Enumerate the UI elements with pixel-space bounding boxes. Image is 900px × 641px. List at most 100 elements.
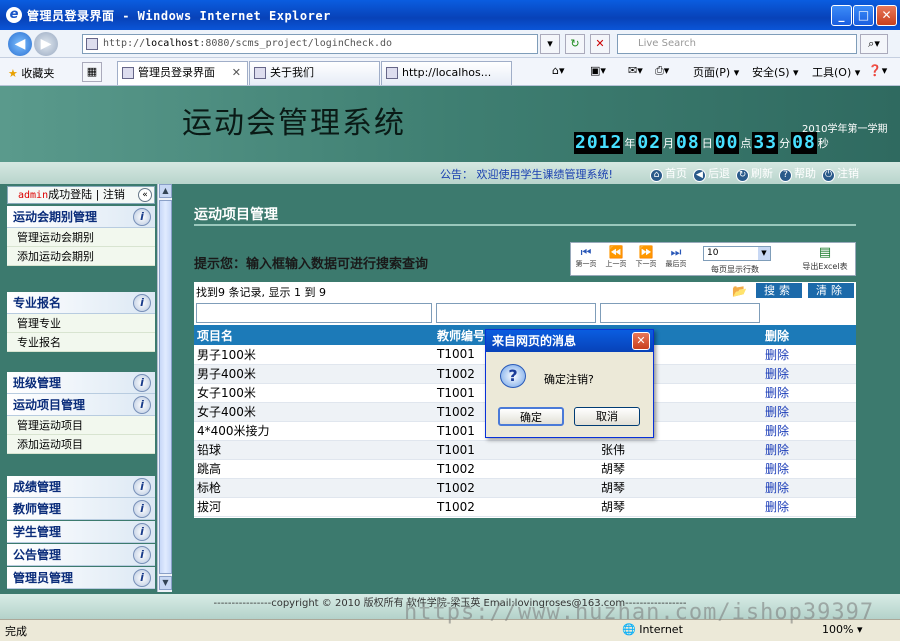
ok-button[interactable]: 确定: [498, 407, 564, 426]
tab-admin-login[interactable]: 管理员登录界面 ✕: [117, 61, 248, 85]
notice: 公告： 欢迎使用学生课绩管理系统!: [440, 166, 613, 182]
watermark: https://www.huzhan.com/ishop39397: [404, 600, 875, 625]
topnav-logout[interactable]: ⏻ 注销: [822, 167, 859, 182]
next-page-button[interactable]: ⏩ 下一页: [633, 245, 659, 269]
delete-link[interactable]: 删除: [762, 383, 856, 403]
favorites-button[interactable]: ★ 收藏夹: [8, 65, 54, 81]
prev-page-label: 上一页: [605, 260, 627, 268]
sidebar-group-header[interactable]: 公告管理 i: [7, 544, 155, 566]
stop-icon[interactable]: ✕: [590, 34, 610, 54]
next-page-label: 下一页: [635, 260, 657, 268]
refresh-page-icon[interactable]: ↻: [565, 34, 585, 54]
filter-teacher-name[interactable]: [600, 303, 760, 323]
prev-page-button[interactable]: ⏪ 上一页: [603, 245, 629, 269]
tab-bar: ★ 收藏夹 ▦ 管理员登录界面 ✕ 关于我们 http://localhos...…: [0, 58, 900, 86]
url-input[interactable]: http://localhost:8080/scms_project/login…: [82, 34, 538, 54]
page-size-select[interactable]: 10 ▼: [703, 246, 771, 261]
dialog-close-icon[interactable]: ✕: [632, 332, 650, 350]
first-page-button[interactable]: ⏮ 第一页: [573, 245, 599, 269]
clear-button[interactable]: 清除: [808, 283, 854, 298]
security-menu[interactable]: 安全(S) ▾: [752, 64, 799, 80]
tab-localhost[interactable]: http://localhos...: [381, 61, 512, 85]
export-excel-button[interactable]: ▤ 导出Excel表: [797, 245, 853, 272]
cell-teacher-id: T1002: [434, 478, 598, 498]
info-icon[interactable]: i: [133, 208, 151, 226]
topnav-help[interactable]: ? 帮助: [779, 167, 816, 182]
info-icon[interactable]: i: [133, 374, 151, 392]
quick-tabs-icon[interactable]: ▦: [82, 62, 102, 82]
tools-menu[interactable]: 工具(O) ▾: [812, 64, 860, 80]
status-text: 完成: [5, 625, 27, 638]
topnav-refresh[interactable]: ↻ 刷新: [736, 167, 773, 182]
delete-link[interactable]: 删除: [762, 421, 856, 441]
feeds-icon[interactable]: ▣▾: [590, 64, 606, 77]
clock-unit: 分: [779, 137, 791, 150]
delete-link[interactable]: 删除: [762, 497, 856, 517]
info-icon[interactable]: i: [133, 500, 151, 518]
sidebar-item[interactable]: 专业报名: [7, 333, 155, 352]
info-icon[interactable]: i: [133, 396, 151, 414]
info-icon[interactable]: i: [133, 546, 151, 564]
sidebar-item[interactable]: 添加运动项目: [7, 435, 155, 454]
tab-about-us[interactable]: 关于我们: [249, 61, 380, 85]
delete-link[interactable]: 删除: [762, 459, 856, 479]
sidebar-group-header[interactable]: 教师管理 i: [7, 498, 155, 520]
topnav-home[interactable]: ⌂ 首页: [650, 167, 687, 182]
back-button[interactable]: ◀: [8, 32, 32, 56]
compat-view-icon[interactable]: ▾: [540, 34, 560, 54]
cancel-button[interactable]: 取消: [574, 407, 640, 426]
sidebar-group-header[interactable]: 运动会期别管理 i: [7, 206, 155, 228]
maximize-button[interactable]: □: [853, 5, 874, 26]
tab-favicon-icon: [386, 67, 398, 79]
system-name: 运动会管理系统: [182, 106, 406, 141]
sidebar-item[interactable]: 添加运动会期别: [7, 247, 155, 266]
home-cmd-icon[interactable]: ⌂▾: [552, 64, 565, 77]
window-close-button[interactable]: ✕: [876, 5, 897, 26]
scroll-thumb[interactable]: [159, 200, 172, 574]
topnav-label: 注销: [837, 167, 859, 180]
topnav-label: 刷新: [751, 167, 773, 180]
search-button[interactable]: 搜索: [756, 283, 802, 298]
sidebar-item[interactable]: 管理运动项目: [7, 416, 155, 435]
sidebar-group-header[interactable]: 班级管理 i: [7, 372, 155, 394]
info-icon[interactable]: i: [133, 523, 151, 541]
delete-link[interactable]: 删除: [762, 478, 856, 498]
sidebar-logout-link[interactable]: 注销: [103, 188, 125, 201]
help-menu-icon[interactable]: ❓▾: [868, 64, 887, 77]
sidebar-group-header[interactable]: 学生管理 i: [7, 521, 155, 543]
filter-project-name[interactable]: [196, 303, 432, 323]
sidebar-group-header[interactable]: 运动项目管理 i: [7, 394, 155, 416]
scroll-down-icon[interactable]: ▼: [159, 576, 172, 590]
topnav-back[interactable]: ◀ 后退: [693, 167, 730, 182]
last-page-button[interactable]: ⏭ 最后页: [663, 245, 689, 269]
search-go-icon[interactable]: ⌕▾: [860, 34, 888, 54]
delete-link[interactable]: 删除: [762, 440, 856, 460]
sidebar-item[interactable]: 管理运动会期别: [7, 228, 155, 247]
info-icon[interactable]: i: [133, 569, 151, 587]
filter-teacher-id[interactable]: [436, 303, 596, 323]
scroll-up-icon[interactable]: ▲: [159, 184, 172, 198]
minimize-button[interactable]: _: [831, 5, 852, 26]
info-icon[interactable]: i: [133, 294, 151, 312]
search-tip: 提示您：输入框输入数据可进行搜索查询: [194, 257, 429, 272]
sidebar-group-header[interactable]: 专业报名 i: [7, 292, 155, 314]
sidebar-item[interactable]: 管理专业: [7, 314, 155, 333]
sidebar-scrollbar[interactable]: ▲ ▼: [157, 184, 172, 592]
page-menu[interactable]: 页面(P) ▾: [693, 64, 739, 80]
sidebar-group: 教师管理 i: [7, 498, 155, 520]
print-icon[interactable]: ⎙▾: [655, 64, 669, 78]
info-icon[interactable]: i: [133, 478, 151, 496]
tab-close-icon[interactable]: ✕: [232, 62, 241, 84]
search-input[interactable]: Live Search: [617, 34, 857, 54]
sidebar-group-header[interactable]: 成绩管理 i: [7, 476, 155, 498]
delete-link[interactable]: 删除: [762, 364, 856, 384]
cell-project-name: 男子400米: [194, 364, 434, 384]
open-folder-icon[interactable]: 📂: [732, 284, 747, 298]
cell-project-name: 女子100米: [194, 383, 434, 403]
collapse-sidebar-icon[interactable]: «: [138, 188, 152, 202]
delete-link[interactable]: 删除: [762, 402, 856, 422]
delete-link[interactable]: 删除: [762, 345, 856, 365]
mail-icon[interactable]: ✉▾: [628, 64, 643, 77]
sidebar-group-header[interactable]: 管理员管理 i: [7, 567, 155, 589]
forward-button[interactable]: ▶: [34, 32, 58, 56]
